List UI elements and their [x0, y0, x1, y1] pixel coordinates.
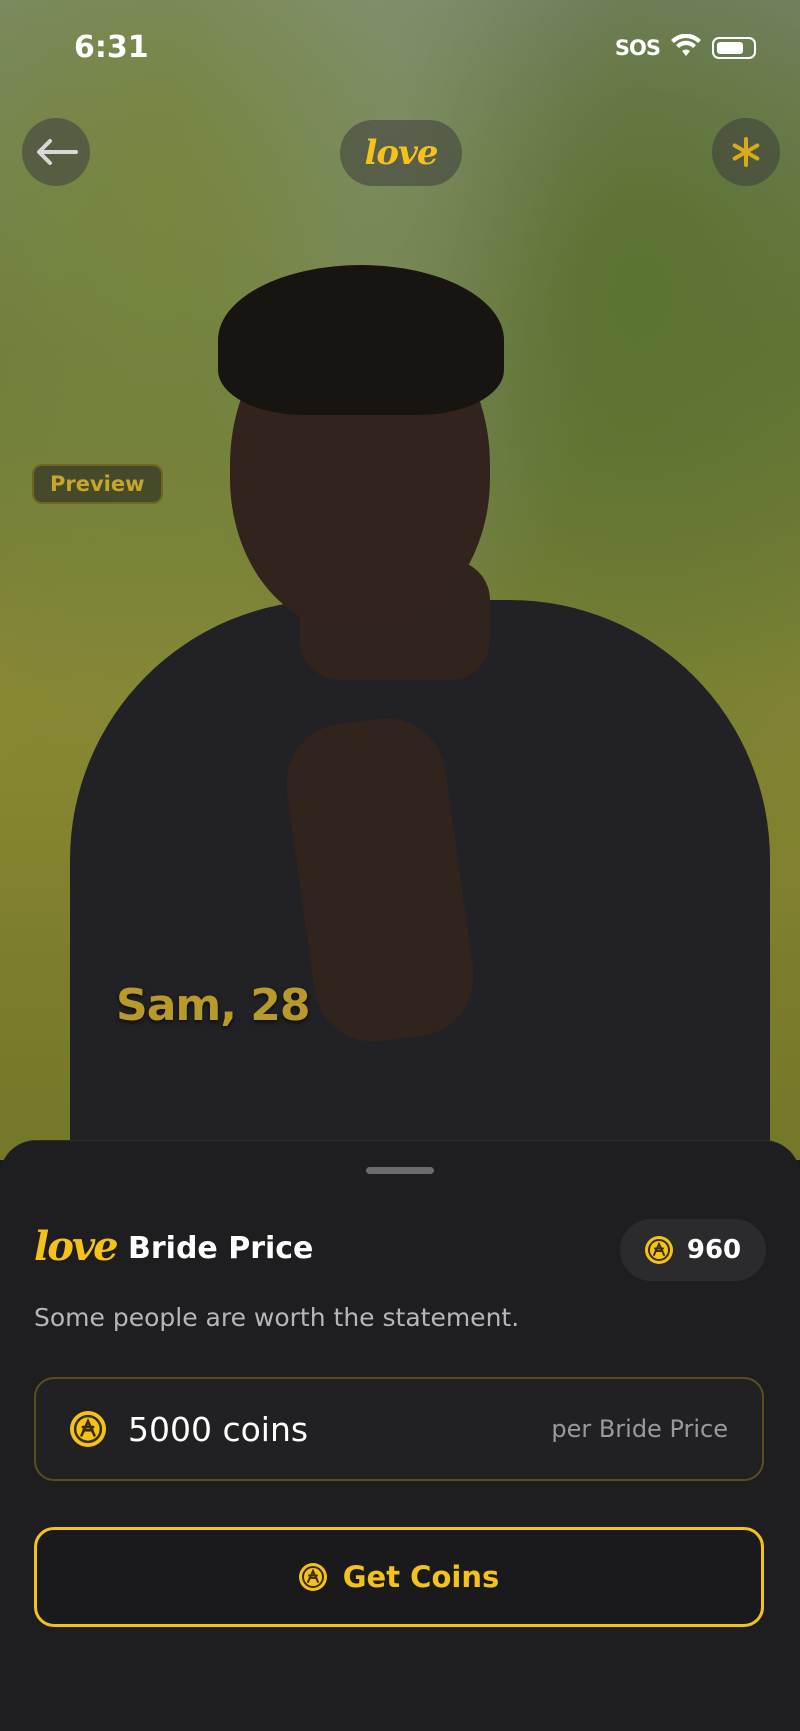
wifi-icon — [670, 33, 702, 62]
sheet-subtitle: Some people are worth the statement. — [34, 1303, 520, 1332]
get-coins-label: Get Coins — [342, 1560, 500, 1594]
price-unit: per Bride Price — [551, 1415, 728, 1443]
coin-icon — [298, 1563, 327, 1591]
bride-price-sheet: love Bride Price 960 Some people are wor… — [0, 1140, 800, 1731]
get-coins-button[interactable]: Get Coins — [34, 1527, 764, 1627]
price-card: 5000 coins per Bride Price — [34, 1377, 764, 1481]
asterisk-icon — [732, 137, 760, 167]
app-logo-text: love — [364, 133, 439, 173]
profile-name-age: Sam, 28 — [116, 980, 310, 1031]
sheet-drag-handle[interactable] — [366, 1167, 434, 1174]
status-icons: SOS — [614, 33, 756, 62]
back-button[interactable] — [22, 118, 90, 186]
sheet-title: Bride Price — [128, 1231, 314, 1266]
coin-icon — [644, 1236, 673, 1264]
battery-icon — [712, 37, 756, 59]
coin-balance[interactable]: 960 — [620, 1219, 766, 1281]
coin-icon — [70, 1411, 106, 1447]
screen: 6:31 SOS love Preview Sam, 28 love Bride… — [0, 0, 800, 1731]
app-logo: love — [340, 120, 462, 186]
arrow-left-icon — [37, 139, 78, 165]
preview-badge: Preview — [32, 464, 163, 504]
status-time: 6:31 — [74, 30, 149, 65]
special-button[interactable] — [712, 118, 780, 186]
sheet-logo: love — [34, 1223, 119, 1270]
price-amount: 5000 coins — [128, 1409, 309, 1449]
coin-balance-value: 960 — [686, 1235, 742, 1265]
sos-indicator: SOS — [614, 36, 661, 60]
